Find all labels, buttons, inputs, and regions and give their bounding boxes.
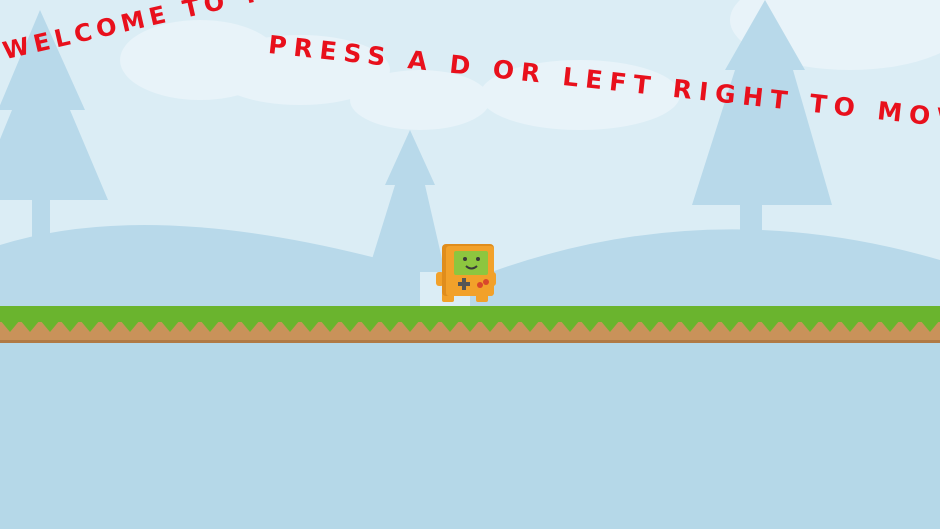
ground-platform <box>0 306 940 343</box>
water-area <box>0 340 940 529</box>
gameboy-character-icon[interactable] <box>436 244 496 302</box>
